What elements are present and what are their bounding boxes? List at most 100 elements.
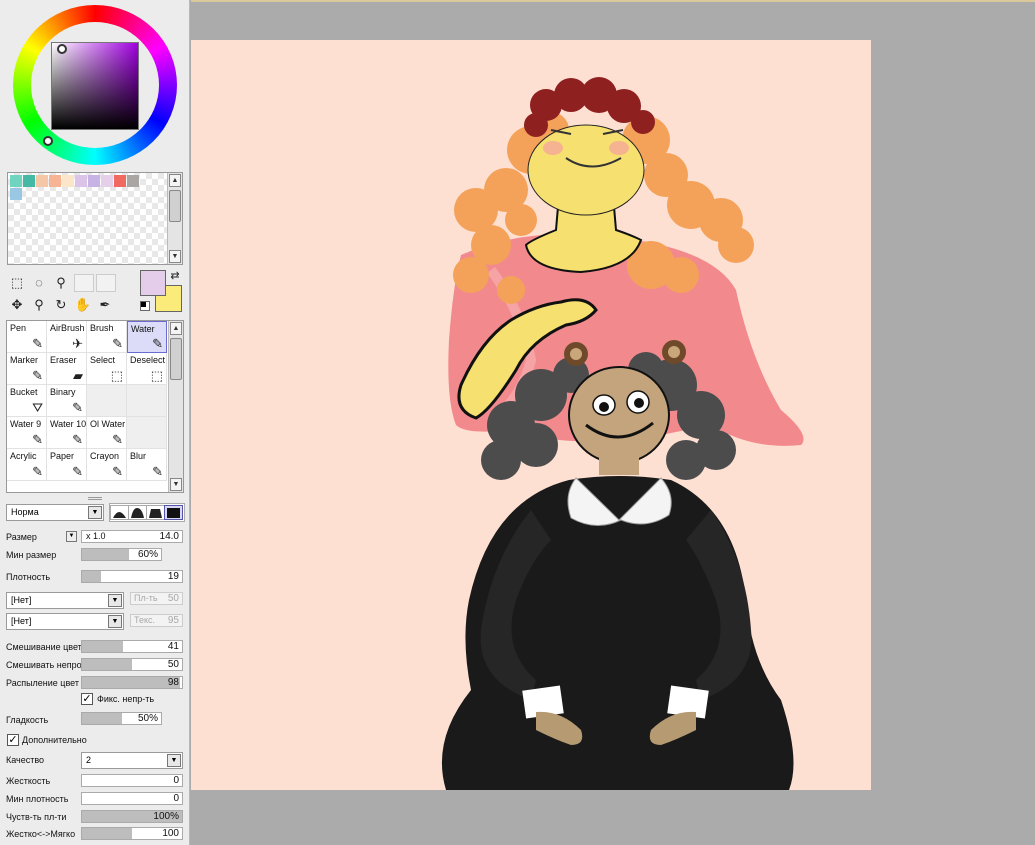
saturation-value-square[interactable] [51,42,139,130]
tool-label: Select [90,355,116,365]
scroll-down-icon[interactable]: ▼ [170,478,182,491]
lasso-icon[interactable]: ◌ [30,274,48,292]
min-density-label: Мин плотность [6,794,69,804]
size-slider[interactable]: x 1.0 14.0 [81,530,183,543]
min-size-value: 60% [137,549,158,560]
brush-tool-icon: ✎ [32,336,43,351]
brush-tool-icon: ✎ [112,432,123,447]
chevron-down-icon[interactable]: ▼ [108,594,122,607]
tool-select[interactable]: Select ⬚ [87,353,127,385]
tool-panel: ▲ ▼ ⬚ ◌ ⚲ ✥ ⚲ ↻ ✋ ✒ ⇄ Pen ✎ AirBrush ✈ Brush… [0,0,190,845]
tool-label: Acrylic [10,451,37,461]
hardness-value: 0 [173,775,179,786]
size-dropdown-icon[interactable]: ▼ [66,531,77,542]
color-swatch-panel[interactable]: ▲ ▼ [7,172,183,265]
brush-tool-icon: ✎ [32,432,43,447]
chevron-down-icon[interactable]: ▼ [108,615,122,628]
tool-brush[interactable]: Brush ✎ [87,321,127,353]
magic-wand-icon[interactable]: ⚲ [52,274,70,292]
foreground-color-chip[interactable] [140,270,166,296]
zoom-icon[interactable]: ⚲ [30,296,48,314]
color-swatch[interactable] [10,175,22,187]
min-size-slider[interactable]: 60% [81,548,162,561]
hard-soft-slider[interactable]: 100 [81,827,183,840]
chevron-down-icon[interactable]: ▼ [167,754,181,767]
hand-icon[interactable]: ✋ [74,296,92,314]
hardness-slider[interactable]: 0 [81,774,183,787]
eyedropper-icon[interactable]: ✒ [96,296,114,314]
tool-deselect[interactable]: Deselect ⬚ [127,353,167,385]
dilution-label: Смешивать непро [6,660,82,670]
tool-water-10[interactable]: Water 10 ✎ [47,417,87,449]
move-icon[interactable]: ✥ [8,296,26,314]
swatch-scrollbar[interactable]: ▲ ▼ [167,173,182,264]
tool-blur[interactable]: Blur ✎ [127,449,167,481]
tool-paper[interactable]: Paper ✎ [47,449,87,481]
scroll-up-icon[interactable]: ▲ [170,322,182,335]
brush-texture-select[interactable]: [Нет] ▼ [6,613,124,630]
panel-grip[interactable] [88,497,102,500]
brush-shape-square-icon[interactable] [164,505,183,520]
color-swatch[interactable] [49,175,61,187]
scroll-down-icon[interactable]: ▼ [169,250,181,263]
blending-slider[interactable]: 41 [81,640,183,653]
tool-marker[interactable]: Marker ✎ [7,353,47,385]
quality-select[interactable]: 2 ▼ [81,752,183,769]
density-label: Плотность [6,572,51,582]
texture-strength-slider[interactable]: Текс. 95 [130,614,183,627]
paper-texture-select[interactable]: [Нет] ▼ [6,592,124,609]
color-swatch[interactable] [114,175,126,187]
tool-binary[interactable]: Binary ✎ [47,385,87,417]
chevron-down-icon[interactable]: ▼ [88,506,102,519]
rotate-icon[interactable]: ↻ [52,296,70,314]
tool-crayon[interactable]: Crayon ✎ [87,449,127,481]
tool-water[interactable]: Water ✎ [127,321,167,353]
blend-mode-select[interactable]: Норма ▼ [6,504,104,521]
color-swatch[interactable] [127,175,139,187]
color-wheel[interactable] [13,5,177,165]
tool-acrylic[interactable]: Acrylic ✎ [7,449,47,481]
brush-shape-round-icon[interactable] [110,505,129,520]
smoothing-slider[interactable]: 50% [81,712,162,725]
tools-scrollbar[interactable]: ▲ ▼ [168,321,183,492]
sv-picker-knob[interactable] [57,44,67,54]
persistence-slider[interactable]: 98 [81,676,183,689]
density-slider[interactable]: 19 [81,570,183,583]
tool-ol-water[interactable]: Ol Water ✎ [87,417,127,449]
tool-bucket[interactable]: Bucket ⛛ [7,385,47,417]
tool-airbrush[interactable]: AirBrush ✈ [47,321,87,353]
color-swatch[interactable] [75,175,87,187]
dilution-slider[interactable]: 50 [81,658,183,671]
brush-shape-soft-icon[interactable] [128,505,147,520]
brush-texture-value: [Нет] [11,616,32,626]
brush-shape-flat-icon[interactable] [146,505,165,520]
scroll-thumb[interactable] [169,190,181,222]
tool-eraser[interactable]: Eraser ▰ [47,353,87,385]
tool-water-9[interactable]: Water 9 ✎ [7,417,47,449]
reset-colors-icon[interactable] [140,301,150,311]
drawing-canvas[interactable] [191,40,871,790]
color-swatch[interactable] [88,175,100,187]
rect-select-icon[interactable]: ⬚ [8,274,26,292]
color-swatch[interactable] [101,175,113,187]
keep-opacity-checkbox[interactable]: ✓ [81,693,93,705]
density-pressure-slider[interactable]: 100% [81,810,183,823]
hardness-label: Жесткость [6,776,51,786]
color-swatch[interactable] [62,175,74,187]
swap-colors-icon[interactable]: ⇄ [168,269,182,283]
scroll-thumb[interactable] [170,338,182,380]
tool-label: Ol Water [90,419,126,429]
tool-label: Binary [50,387,76,397]
color-swatch[interactable] [36,175,48,187]
tool-pen[interactable]: Pen ✎ [7,321,47,353]
paper-strength-slider[interactable]: Пл-ть 50 [130,592,183,605]
artwork [441,77,804,790]
tool-label: Marker [10,355,39,365]
color-swatch[interactable] [10,188,22,200]
canvas-viewport[interactable] [191,0,1035,845]
min-density-slider[interactable]: 0 [81,792,183,805]
scroll-up-icon[interactable]: ▲ [169,174,181,187]
advanced-checkbox[interactable]: ✓ [7,734,19,746]
color-swatch[interactable] [23,175,35,187]
hue-picker-knob[interactable] [43,136,53,146]
